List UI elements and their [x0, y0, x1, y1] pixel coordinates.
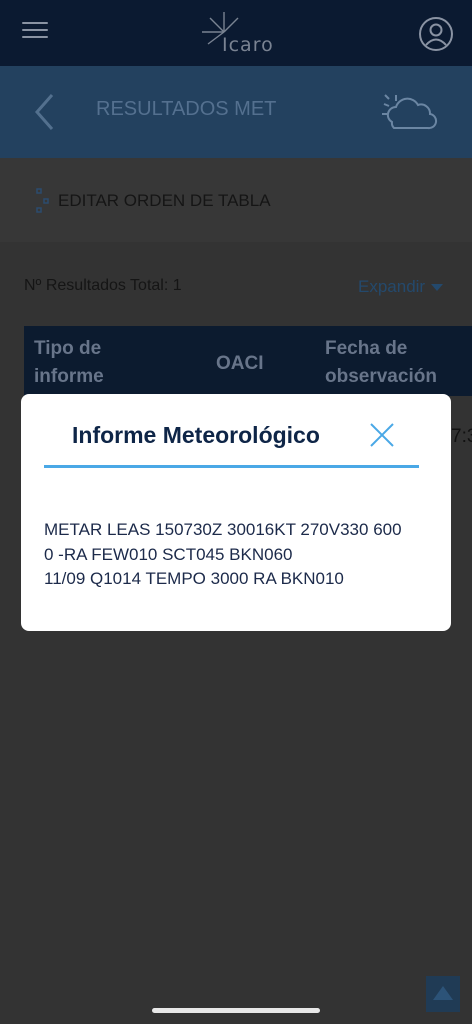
- edit-order-button[interactable]: EDITAR ORDEN DE TABLA: [58, 191, 271, 211]
- logo-text: Icaro: [222, 34, 274, 56]
- expand-label: Expandir: [358, 277, 426, 296]
- hamburger-menu-icon[interactable]: [22, 22, 48, 42]
- column-header-fecha[interactable]: Fecha de observación: [325, 335, 472, 391]
- scroll-to-top-icon[interactable]: [426, 976, 460, 1012]
- page-title: RESULTADOS MET: [96, 98, 277, 120]
- caret-down-icon: [431, 284, 444, 292]
- table-row-partial[interactable]: 7:3: [451, 426, 472, 448]
- close-icon[interactable]: [369, 422, 395, 448]
- chevron-left-icon[interactable]: [32, 92, 60, 132]
- user-profile-icon[interactable]: [418, 16, 454, 52]
- column-header-tipo[interactable]: Tipo de informe: [34, 335, 144, 391]
- column-header-oaci[interactable]: OACI: [216, 350, 264, 378]
- top-bar: Icaro: [0, 0, 472, 66]
- modal-divider: [44, 465, 419, 468]
- sun-cloud-icon: [378, 92, 438, 134]
- metar-report-text: METAR LEAS 150730Z 30016KT 270V330 600 0…: [44, 520, 402, 588]
- home-indicator: [152, 1008, 320, 1013]
- modal-title: Informe Meteorológico: [72, 422, 320, 448]
- weather-report-modal: Informe Meteorológico METAR LEAS 150730Z…: [21, 394, 451, 631]
- results-count: Nº Resultados Total: 1: [24, 277, 182, 294]
- app-logo: Icaro: [196, 8, 280, 58]
- expand-button[interactable]: Expandir: [358, 277, 444, 297]
- table-header: Tipo de informe OACI Fecha de observació…: [24, 326, 472, 396]
- dots-reorder-icon: [36, 188, 50, 214]
